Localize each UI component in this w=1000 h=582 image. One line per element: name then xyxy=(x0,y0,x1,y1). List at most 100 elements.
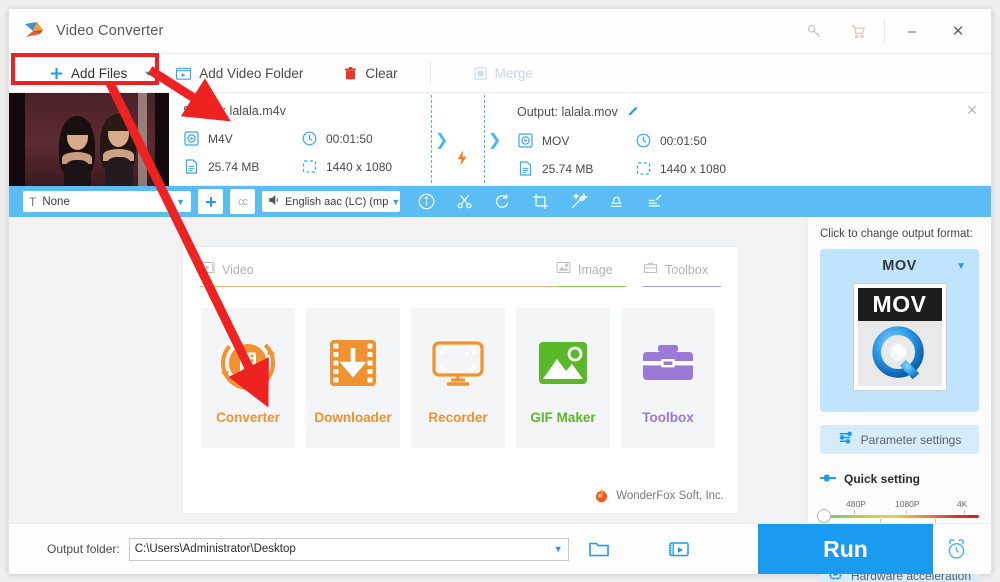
gif-picture-icon xyxy=(532,332,594,394)
source-title: Source: lalala.m4v xyxy=(183,104,286,118)
wonderfox-flame-icon xyxy=(594,488,609,503)
converter-film-icon xyxy=(217,332,279,394)
source-format-value: M4V xyxy=(208,131,233,146)
clear-label: Clear xyxy=(365,65,398,81)
open-video-folder-icon[interactable] xyxy=(668,539,690,559)
slider-track[interactable] xyxy=(822,515,979,518)
card-gif-maker[interactable]: GIF Maker xyxy=(516,308,610,448)
lightning-bolt-icon xyxy=(455,149,469,172)
add-video-folder-button[interactable]: Add Video Folder xyxy=(167,54,311,92)
alarm-clock-icon[interactable] xyxy=(933,524,979,574)
slider-label-4k: 4K xyxy=(957,499,968,509)
pencil-icon[interactable] xyxy=(627,104,640,120)
key-icon[interactable] xyxy=(792,9,836,54)
info-icon[interactable] xyxy=(416,191,437,212)
add-subtitle-button[interactable] xyxy=(198,189,223,214)
chevron-down-icon[interactable]: ▼ xyxy=(956,261,966,272)
audio-track-select[interactable]: English aac (LC) (mp ▼ xyxy=(262,191,400,212)
resolution-frame-icon xyxy=(635,160,652,177)
open-folder-icon[interactable] xyxy=(588,539,610,559)
card-converter[interactable]: Converter xyxy=(201,308,295,448)
subtitle-select[interactable]: T None ▼ xyxy=(23,191,191,212)
brand-footer: WonderFox Soft, Inc. xyxy=(594,488,724,503)
plus-icon xyxy=(205,196,216,207)
closed-caption-icon: cc xyxy=(238,195,248,208)
watermark-stamp-icon[interactable] xyxy=(606,191,627,212)
quick-setting-header: Quick setting xyxy=(820,470,979,488)
quicktime-q-icon xyxy=(857,321,942,386)
output-duration: 00:01:50 xyxy=(635,132,726,149)
crop-icon[interactable] xyxy=(530,191,551,212)
scissors-icon[interactable] xyxy=(454,191,475,212)
card-toolbox[interactable]: Toolbox xyxy=(621,308,715,448)
output-size: 25.74 MB xyxy=(517,160,635,177)
chevron-down-icon[interactable]: ▼ xyxy=(554,544,563,554)
source-resolution: 1440 x 1080 xyxy=(301,158,392,175)
close-button[interactable]: ✕ xyxy=(935,9,981,54)
output-resolution-value: 1440 x 1080 xyxy=(660,161,727,176)
source-format: M4V xyxy=(183,130,301,147)
output-format-value: MOV xyxy=(542,133,570,148)
output-sidebar: Click to change output format: MOV ▼ MOV xyxy=(807,217,991,582)
welcome-panel: Video Image Toolbox Converter Downloader… xyxy=(182,246,739,514)
slider-handle[interactable] xyxy=(817,509,831,523)
chevron-down-icon xyxy=(144,71,152,76)
minimize-button[interactable]: – xyxy=(889,9,935,54)
slider-label-1080p: 1080P xyxy=(895,499,920,509)
wonderfox-play-logo xyxy=(23,20,45,42)
toolbox-case-icon xyxy=(637,332,699,394)
file-info-pane: Source: lalala.m4v M4V 25.74 MB 00:01:50… xyxy=(169,93,991,185)
chevron-down-icon: ▼ xyxy=(391,196,400,207)
source-info: Source: lalala.m4v M4V 25.74 MB 00:01:50… xyxy=(169,93,427,185)
rotate-icon[interactable] xyxy=(492,191,513,212)
card-recorder[interactable]: Recorder xyxy=(411,308,505,448)
card-downloader[interactable]: Downloader xyxy=(306,308,400,448)
tab-underlines xyxy=(183,286,738,287)
folder-video-icon xyxy=(176,67,192,80)
file-row[interactable]: Source: lalala.m4v M4V 25.74 MB 00:01:50… xyxy=(9,93,991,186)
video-thumbnail[interactable] xyxy=(9,93,169,186)
card-recorder-label: Recorder xyxy=(428,409,488,425)
magic-wand-icon[interactable] xyxy=(568,191,589,212)
parameter-settings-label: Parameter settings xyxy=(860,432,962,447)
toolbar-divider xyxy=(429,62,431,84)
tab-video[interactable]: Video xyxy=(200,261,556,286)
video-tab-icon xyxy=(200,261,215,279)
subtitle-edit-icon[interactable] xyxy=(644,191,665,212)
sliders-icon xyxy=(838,430,853,450)
convert-divider: ❯ ❯ xyxy=(427,93,501,185)
downloader-arrow-icon xyxy=(322,332,384,394)
output-format-box[interactable]: MOV ▼ MOV xyxy=(820,249,979,412)
title-bar: Video Converter – ✕ xyxy=(9,9,991,54)
slider-top-labels: 480P 1080P 4K xyxy=(820,499,979,510)
audio-track-value: English aac (LC) (mp xyxy=(285,195,389,208)
parameter-settings-button[interactable]: Parameter settings xyxy=(820,425,979,454)
shopping-cart-icon[interactable] xyxy=(836,9,880,54)
trash-icon xyxy=(345,66,357,79)
tab-toolbox-underline xyxy=(643,286,721,287)
clear-button[interactable]: Clear xyxy=(335,54,405,92)
speaker-icon xyxy=(268,194,282,209)
thumbnail-person-left xyxy=(53,116,101,186)
merge-squares-icon xyxy=(473,66,487,80)
output-folder-input[interactable]: C:\Users\Administrator\Desktop ▼ xyxy=(128,537,569,561)
add-video-folder-label: Add Video Folder xyxy=(199,65,304,81)
tab-image[interactable]: Image xyxy=(556,261,626,286)
add-files-button[interactable]: Add Files xyxy=(41,54,135,92)
close-x-icon[interactable]: ✕ xyxy=(966,102,978,119)
document-icon xyxy=(183,158,200,175)
thumbnail-person-right xyxy=(95,114,143,186)
chevron-down-icon: ▼ xyxy=(176,196,185,207)
closed-caption-button[interactable]: cc xyxy=(230,189,255,214)
titlebar-divider xyxy=(884,19,885,43)
toolbox-tab-icon xyxy=(643,261,658,279)
main-toolbar: Add Files Add Video Folder Clear Merge xyxy=(9,54,991,93)
video-file-icon xyxy=(183,130,200,147)
output-info: Output: lalala.mov MOV 25.74 MB 00:01:50… xyxy=(499,93,991,185)
tab-toolbox[interactable]: Toolbox xyxy=(643,261,721,286)
add-files-dropdown[interactable] xyxy=(135,54,161,92)
source-resolution-value: 1440 x 1080 xyxy=(326,159,393,174)
output-title: Output: lalala.mov xyxy=(517,105,618,119)
merge-button[interactable]: Merge xyxy=(465,54,541,92)
run-button[interactable]: Run xyxy=(758,524,933,574)
